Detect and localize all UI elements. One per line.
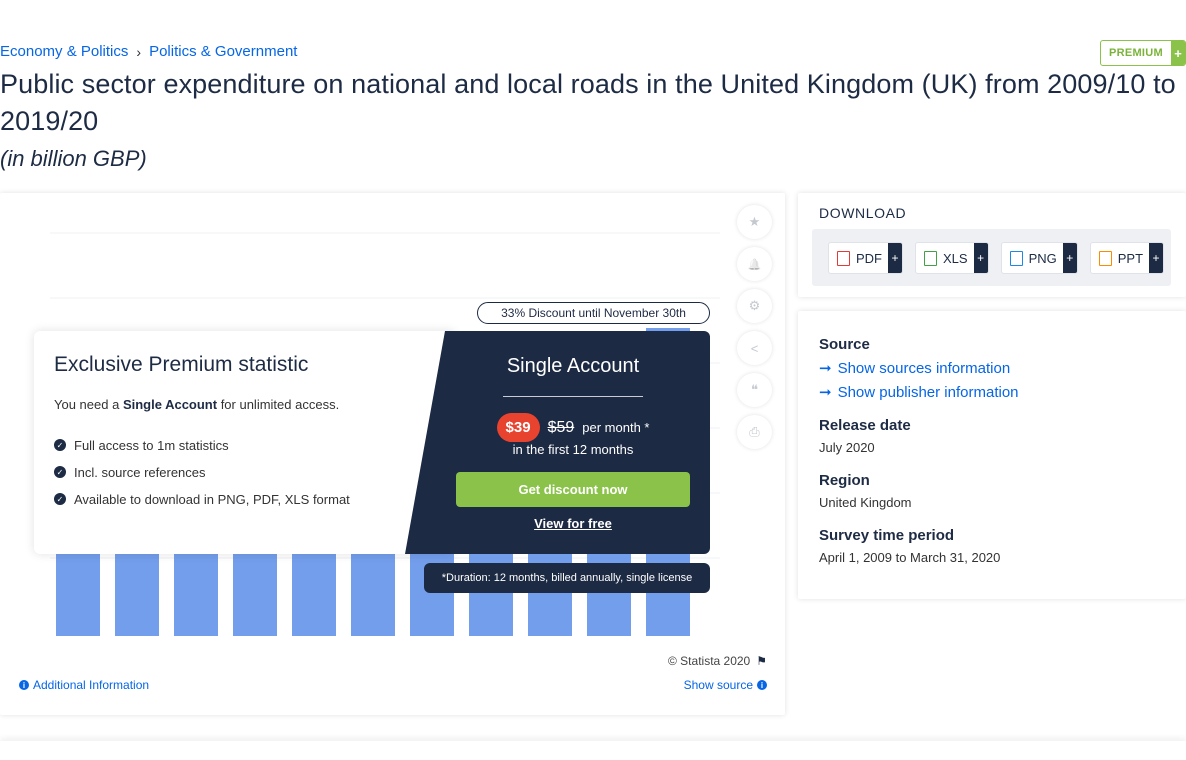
gear-icon: ⚙ bbox=[748, 298, 761, 313]
price-per: per month * bbox=[582, 420, 650, 435]
flag-icon[interactable]: ⚑ bbox=[756, 654, 767, 668]
price-row: $39 $59 per month * bbox=[436, 413, 710, 442]
price-new: $39 bbox=[496, 413, 540, 442]
arrow-right-icon: ➞ bbox=[819, 384, 832, 401]
need-suffix: for unlimited access. bbox=[217, 397, 340, 412]
duration-note: *Duration: 12 months, billed annually, s… bbox=[424, 563, 710, 593]
feature-text: Full access to 1m statistics bbox=[74, 437, 229, 453]
show-source-link[interactable]: Show source i bbox=[684, 678, 767, 692]
release-date-label: Release date bbox=[819, 417, 911, 434]
divider bbox=[503, 396, 643, 397]
copyright: © Statista 2020 ⚑ bbox=[668, 654, 767, 668]
page-title: Public sector expenditure on national an… bbox=[0, 69, 1176, 136]
check-icon: ✓ bbox=[54, 439, 66, 451]
bell-icon: 🔔 bbox=[747, 258, 762, 271]
release-date-value: July 2020 bbox=[819, 440, 875, 455]
plus-icon: + bbox=[888, 243, 902, 273]
share-button[interactable]: < bbox=[737, 331, 772, 365]
discount-badge: 33% Discount until November 30th bbox=[477, 302, 710, 324]
region-label: Region bbox=[819, 472, 870, 489]
favorite-button[interactable]: ★ bbox=[737, 205, 772, 239]
source-label: Source bbox=[819, 336, 870, 353]
price-old: $59 bbox=[547, 418, 575, 436]
print-icon: ⎙ bbox=[749, 424, 760, 439]
xls-file-icon bbox=[924, 250, 937, 266]
region-value: United Kingdom bbox=[819, 495, 912, 510]
plus-icon: + bbox=[1062, 243, 1077, 273]
breadcrumb-separator: › bbox=[136, 43, 142, 60]
copyright-text: © Statista 2020 bbox=[668, 654, 751, 668]
premium-badge[interactable]: PREMIUM + bbox=[1099, 40, 1186, 66]
download-ppt-button[interactable]: PPT + bbox=[1089, 242, 1165, 274]
png-file-icon bbox=[1009, 250, 1023, 266]
chart-card: ★ 🔔 ⚙ < ❝ ⎙ Exclusive Premium statistic … bbox=[0, 193, 785, 715]
arrow-right-icon: ➞ bbox=[819, 360, 832, 377]
show-publisher-text: Show publisher information bbox=[837, 383, 1019, 401]
show-sources-text: Show sources information bbox=[837, 359, 1011, 377]
quote-icon: ❝ bbox=[751, 382, 758, 397]
need-account: Single Account bbox=[122, 397, 218, 412]
survey-period-value: April 1, 2009 to March 31, 2020 bbox=[819, 550, 1001, 565]
png-label: PNG bbox=[1028, 250, 1057, 266]
show-source-text: Show source bbox=[683, 678, 753, 692]
show-publisher-link[interactable]: ➞ Show publisher information bbox=[819, 383, 1019, 402]
info-icon: i bbox=[757, 680, 767, 690]
paywall-panel-left: Exclusive Premium statistic You need a S… bbox=[34, 331, 454, 554]
share-icon: < bbox=[750, 340, 759, 356]
download-png-button[interactable]: PNG + bbox=[1000, 242, 1078, 274]
feature-item: ✓ Available to download in PNG, PDF, XLS … bbox=[54, 491, 350, 507]
breadcrumb-economy-politics[interactable]: Economy & Politics bbox=[0, 43, 128, 60]
pdf-file-icon bbox=[837, 250, 850, 266]
ppt-label: PPT bbox=[1117, 250, 1144, 266]
xls-label: XLS bbox=[943, 250, 968, 266]
pdf-label: PDF bbox=[856, 250, 882, 266]
price-period: in the first 12 months bbox=[512, 442, 634, 457]
download-pdf-button[interactable]: PDF + bbox=[828, 242, 903, 274]
single-account-title: Single Account bbox=[506, 355, 640, 377]
chart-toolbar: ★ 🔔 ⚙ < ❝ ⎙ bbox=[737, 205, 772, 449]
feature-item: ✓ Incl. source references bbox=[54, 464, 350, 480]
additional-info-text: Additional Information bbox=[33, 678, 150, 692]
show-sources-link[interactable]: ➞ Show sources information bbox=[819, 359, 1011, 378]
feature-item: ✓ Full access to 1m statistics bbox=[54, 437, 350, 453]
download-heading: DOWNLOAD bbox=[819, 205, 907, 221]
plus-icon: + bbox=[973, 243, 988, 273]
view-for-free-link[interactable]: View for free bbox=[436, 516, 710, 531]
feature-list: ✓ Full access to 1m statistics ✓ Incl. sou… bbox=[54, 437, 350, 518]
breadcrumb-politics-government[interactable]: Politics & Government bbox=[149, 43, 297, 60]
notification-button[interactable]: 🔔 bbox=[737, 247, 772, 281]
cite-button[interactable]: ❝ bbox=[737, 373, 772, 407]
unit-subtitle: (in billion GBP) bbox=[0, 146, 147, 171]
print-button[interactable]: ⎙ bbox=[737, 415, 772, 449]
ppt-file-icon bbox=[1098, 250, 1112, 266]
footer-divider bbox=[0, 741, 1186, 760]
plus-icon: + bbox=[1171, 41, 1185, 65]
feature-text: Available to download in PNG, PDF, XLS f… bbox=[74, 491, 350, 507]
need-prefix: You need a bbox=[54, 397, 123, 412]
plus-icon: + bbox=[1149, 243, 1164, 273]
premium-label: PREMIUM bbox=[1108, 47, 1163, 59]
breadcrumb: Economy & Politics › Politics & Governme… bbox=[0, 43, 297, 60]
download-xls-button[interactable]: XLS + bbox=[915, 242, 989, 274]
check-icon: ✓ bbox=[54, 466, 66, 478]
star-icon: ★ bbox=[748, 214, 761, 229]
settings-button[interactable]: ⚙ bbox=[737, 289, 772, 323]
download-card: DOWNLOAD PDF + XLS + PNG + PPT + bbox=[798, 193, 1186, 297]
check-icon: ✓ bbox=[54, 493, 66, 505]
info-icon: i bbox=[19, 680, 29, 690]
info-card: Source ➞ Show sources information ➞ Show p… bbox=[798, 311, 1186, 599]
download-buttons: PDF + XLS + PNG + PPT + bbox=[812, 229, 1171, 286]
paywall-need-text: You need a Single Account for unlimited … bbox=[54, 397, 339, 412]
paywall-heading: Exclusive Premium statistic bbox=[54, 353, 309, 376]
get-discount-button[interactable]: Get discount now bbox=[456, 472, 690, 507]
feature-text: Incl. source references bbox=[74, 464, 206, 480]
additional-information-link[interactable]: i Additional Information bbox=[19, 678, 149, 692]
survey-period-label: Survey time period bbox=[819, 527, 955, 544]
